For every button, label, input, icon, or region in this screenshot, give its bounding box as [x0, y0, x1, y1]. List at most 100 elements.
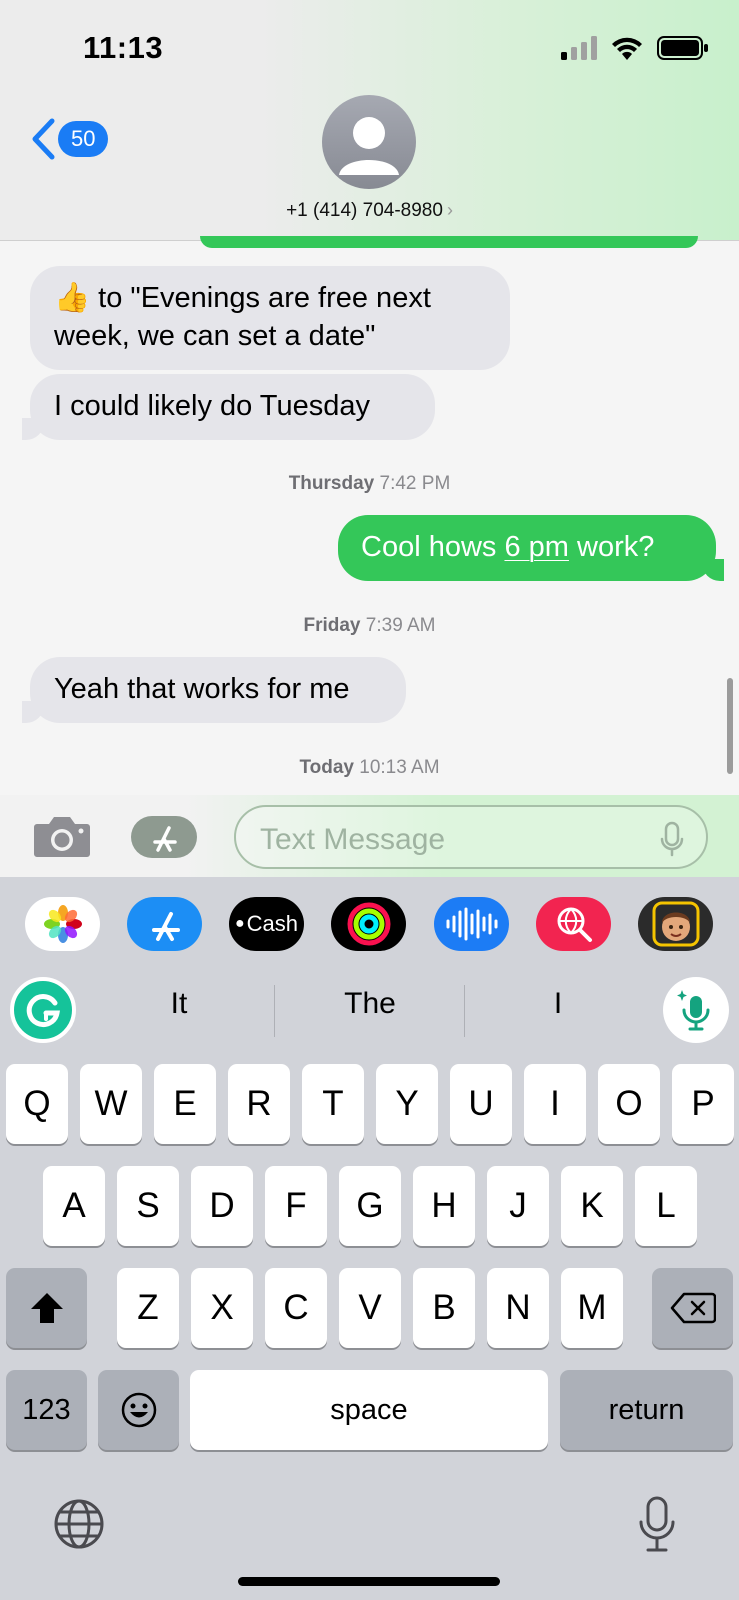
globe-search-icon — [557, 907, 592, 942]
message-placeholder: Text Message — [260, 823, 446, 856]
camera-button[interactable] — [33, 814, 91, 863]
message-text: I could likely do Tuesday — [54, 390, 370, 422]
app-store-button[interactable] — [131, 816, 197, 858]
keyboard-dictation-button[interactable] — [637, 1495, 677, 1558]
photos-app-button[interactable] — [25, 897, 100, 951]
waveform-icon — [446, 907, 497, 941]
message-text: Yeah that works for me — [54, 673, 350, 705]
microphone-icon — [660, 821, 684, 857]
key-v[interactable]: V — [339, 1268, 401, 1348]
memoji-app-button[interactable] — [638, 897, 713, 951]
suggestion-divider — [274, 985, 275, 1037]
contact-name-button[interactable]: +1 (414) 704-8980 › — [0, 200, 739, 222]
compose-bar: Text Message — [0, 795, 739, 877]
emoji-face-icon — [121, 1392, 156, 1428]
suggestion-divider — [464, 985, 465, 1037]
message-text: week, we can set a date" — [54, 320, 376, 352]
conversation-header: 11:13 50 +1 (414) 704-8980 › — [0, 0, 739, 241]
key-s[interactable]: S — [117, 1166, 179, 1246]
key-l[interactable]: L — [635, 1166, 697, 1246]
ai-dictation-button[interactable] — [663, 977, 729, 1043]
emoji-key[interactable] — [98, 1370, 179, 1450]
battery-icon — [657, 36, 708, 60]
key-f[interactable]: F — [265, 1166, 327, 1246]
fitness-app-button[interactable] — [331, 897, 406, 951]
time-link[interactable]: 6 pm — [504, 531, 568, 563]
received-message-reaction[interactable]: 👍 to "Evenings are free next week, we ca… — [30, 266, 510, 370]
activity-rings-icon — [347, 902, 390, 946]
message-input[interactable]: Text Message — [234, 805, 708, 869]
suggestion-1[interactable]: It — [89, 987, 269, 1021]
timestamp: Friday 7:39 AM — [303, 615, 436, 636]
received-message[interactable]: Yeah that works for me — [22, 657, 406, 723]
key-j[interactable]: J — [487, 1166, 549, 1246]
timestamp: Today 10:13 AM — [299, 757, 440, 778]
numbers-key[interactable]: 123 — [6, 1370, 87, 1450]
key-r[interactable]: R — [228, 1064, 290, 1144]
wifi-icon — [612, 37, 642, 60]
globe-icon — [54, 1499, 104, 1549]
space-key[interactable]: space — [190, 1370, 548, 1450]
app-store-app-button[interactable] — [127, 897, 202, 951]
key-e[interactable]: E — [154, 1064, 216, 1144]
app-store-icon — [153, 826, 177, 852]
voice-memo-app-button[interactable] — [434, 897, 509, 951]
key-u[interactable]: U — [450, 1064, 512, 1144]
shift-arrow-icon — [30, 1293, 63, 1323]
dictation-button[interactable] — [660, 821, 684, 862]
person-icon — [339, 117, 399, 175]
grammarly-button[interactable] — [10, 977, 76, 1043]
key-g[interactable]: G — [339, 1166, 401, 1246]
received-message[interactable]: I could likely do Tuesday — [22, 374, 435, 440]
shift-key[interactable] — [6, 1268, 87, 1348]
key-c[interactable]: C — [265, 1268, 327, 1348]
backspace-icon — [670, 1292, 716, 1324]
timestamp: Thursday 7:42 PM — [288, 473, 451, 494]
key-z[interactable]: Z — [117, 1268, 179, 1348]
memoji-icon — [652, 901, 699, 947]
suggestion-2[interactable]: The — [280, 987, 460, 1021]
key-k[interactable]: K — [561, 1166, 623, 1246]
globe-button[interactable] — [52, 1497, 106, 1556]
key-d[interactable]: D — [191, 1166, 253, 1246]
app-store-icon — [151, 912, 180, 941]
return-key[interactable]: return — [560, 1370, 733, 1450]
key-b[interactable]: B — [413, 1268, 475, 1348]
scroll-indicator[interactable] — [727, 678, 733, 774]
key-i[interactable]: I — [524, 1064, 586, 1144]
sparkle-microphone-icon — [677, 990, 710, 1031]
grammarly-icon — [26, 994, 60, 1028]
camera-icon — [34, 817, 90, 857]
key-a[interactable]: A — [43, 1166, 105, 1246]
predictive-text-bar: It The I — [0, 977, 739, 1043]
back-button[interactable]: 50 — [30, 118, 109, 160]
key-n[interactable]: N — [487, 1268, 549, 1348]
key-o[interactable]: O — [598, 1064, 660, 1144]
home-indicator[interactable] — [238, 1577, 500, 1586]
thumbs-up-icon: 👍 — [54, 282, 91, 314]
key-p[interactable]: P — [672, 1064, 734, 1144]
delete-key[interactable] — [652, 1268, 733, 1348]
image-search-app-button[interactable] — [536, 897, 611, 951]
unread-count-badge: 50 — [58, 121, 109, 157]
key-q[interactable]: Q — [6, 1064, 68, 1144]
contact-avatar[interactable] — [322, 95, 416, 189]
key-h[interactable]: H — [413, 1166, 475, 1246]
chevron-right-icon: › — [446, 200, 453, 220]
microphone-icon — [639, 1496, 675, 1552]
previous-sent-bubble — [200, 236, 698, 248]
keyboard: ● Cash It The I Q W E R T Y U I O P A S … — [0, 877, 739, 1600]
key-m[interactable]: M — [561, 1268, 623, 1348]
chevron-left-icon — [32, 118, 55, 160]
suggestion-3[interactable]: I — [468, 987, 648, 1021]
contact-phone: +1 (414) 704-8980 — [286, 200, 443, 221]
key-x[interactable]: X — [191, 1268, 253, 1348]
cellular-signal-icon — [561, 36, 597, 60]
key-y[interactable]: Y — [376, 1064, 438, 1144]
key-w[interactable]: W — [80, 1064, 142, 1144]
status-time: 11:13 — [83, 30, 164, 65]
apple-cash-app-button[interactable]: ● Cash — [229, 897, 304, 951]
sent-message[interactable]: Cool hows 6 pm work? — [338, 515, 724, 581]
photos-icon — [43, 905, 82, 943]
key-t[interactable]: T — [302, 1064, 364, 1144]
